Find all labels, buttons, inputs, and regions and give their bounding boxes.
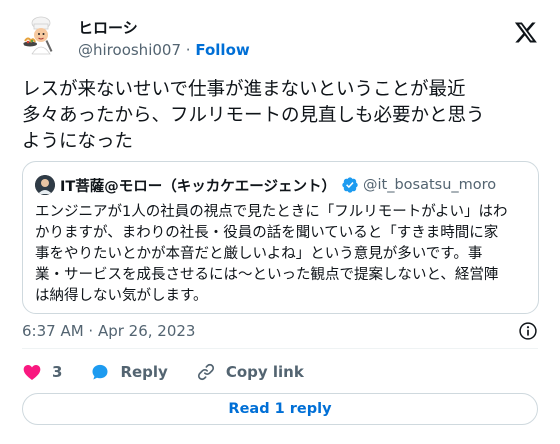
timestamp-row: 6:37 AM · Apr 26, 2023 [22, 320, 538, 344]
copy-link-label: Copy link [225, 363, 304, 381]
info-icon[interactable] [518, 321, 538, 341]
quoted-tweet[interactable]: IT菩薩@モロー（キッカケエージェント） @it_bosatsu_moro エン… [22, 161, 539, 314]
verified-badge-icon [342, 177, 358, 193]
quoted-tweet-header: IT菩薩@モロー（キッカケエージェント） @it_bosatsu_moro [35, 174, 526, 196]
reply-button[interactable]: Reply [90, 362, 168, 382]
like-count: 3 [52, 363, 63, 381]
reply-bubble-icon [92, 364, 108, 380]
author-info: ヒローシ @hirooshi007 · Follow [78, 18, 250, 60]
author-avatar[interactable] [22, 14, 66, 58]
heart-icon [23, 365, 41, 380]
quoted-author-handle: @it_bosatsu_moro [363, 177, 497, 193]
tweet-card: ヒローシ @hirooshi007 · Follow レスが来ないせいで仕事が進… [0, 0, 560, 444]
author-handle[interactable]: @hirooshi007 [78, 41, 181, 59]
chef-avatar-icon [22, 14, 66, 58]
follow-button[interactable]: Follow [195, 41, 249, 59]
x-logo-icon[interactable] [514, 20, 538, 44]
quoted-author-name: IT菩薩@モロー（キッカケエージェント） [60, 178, 336, 195]
action-bar: 3 Reply Copy link [22, 358, 332, 386]
tweet-text: レスが来ないせいで仕事が進まないということが最近 多々あったから、フルリモートの… [22, 79, 485, 152]
author-handle-row: @hirooshi007 · Follow [78, 40, 250, 60]
like-button[interactable]: 3 [22, 362, 62, 382]
separator-dot: · [185, 41, 191, 59]
quoted-tweet-text: エンジニアが1人の社員の視点で見たときに「フルリモートがよい」はわ かりますが、… [35, 204, 508, 304]
copy-link-button[interactable]: Copy link [196, 362, 304, 382]
link-icon [197, 363, 214, 381]
author-display-name[interactable]: ヒローシ [78, 18, 250, 38]
quoted-author-avatar [35, 175, 55, 195]
tweet-header: ヒローシ @hirooshi007 · Follow [22, 14, 538, 66]
read-replies-button[interactable]: Read 1 reply [22, 393, 538, 425]
tweet-timestamp[interactable]: 6:37 AM · Apr 26, 2023 [22, 322, 195, 340]
reply-label: Reply [120, 363, 168, 381]
divider [22, 348, 538, 349]
person-avatar-icon [35, 175, 55, 195]
